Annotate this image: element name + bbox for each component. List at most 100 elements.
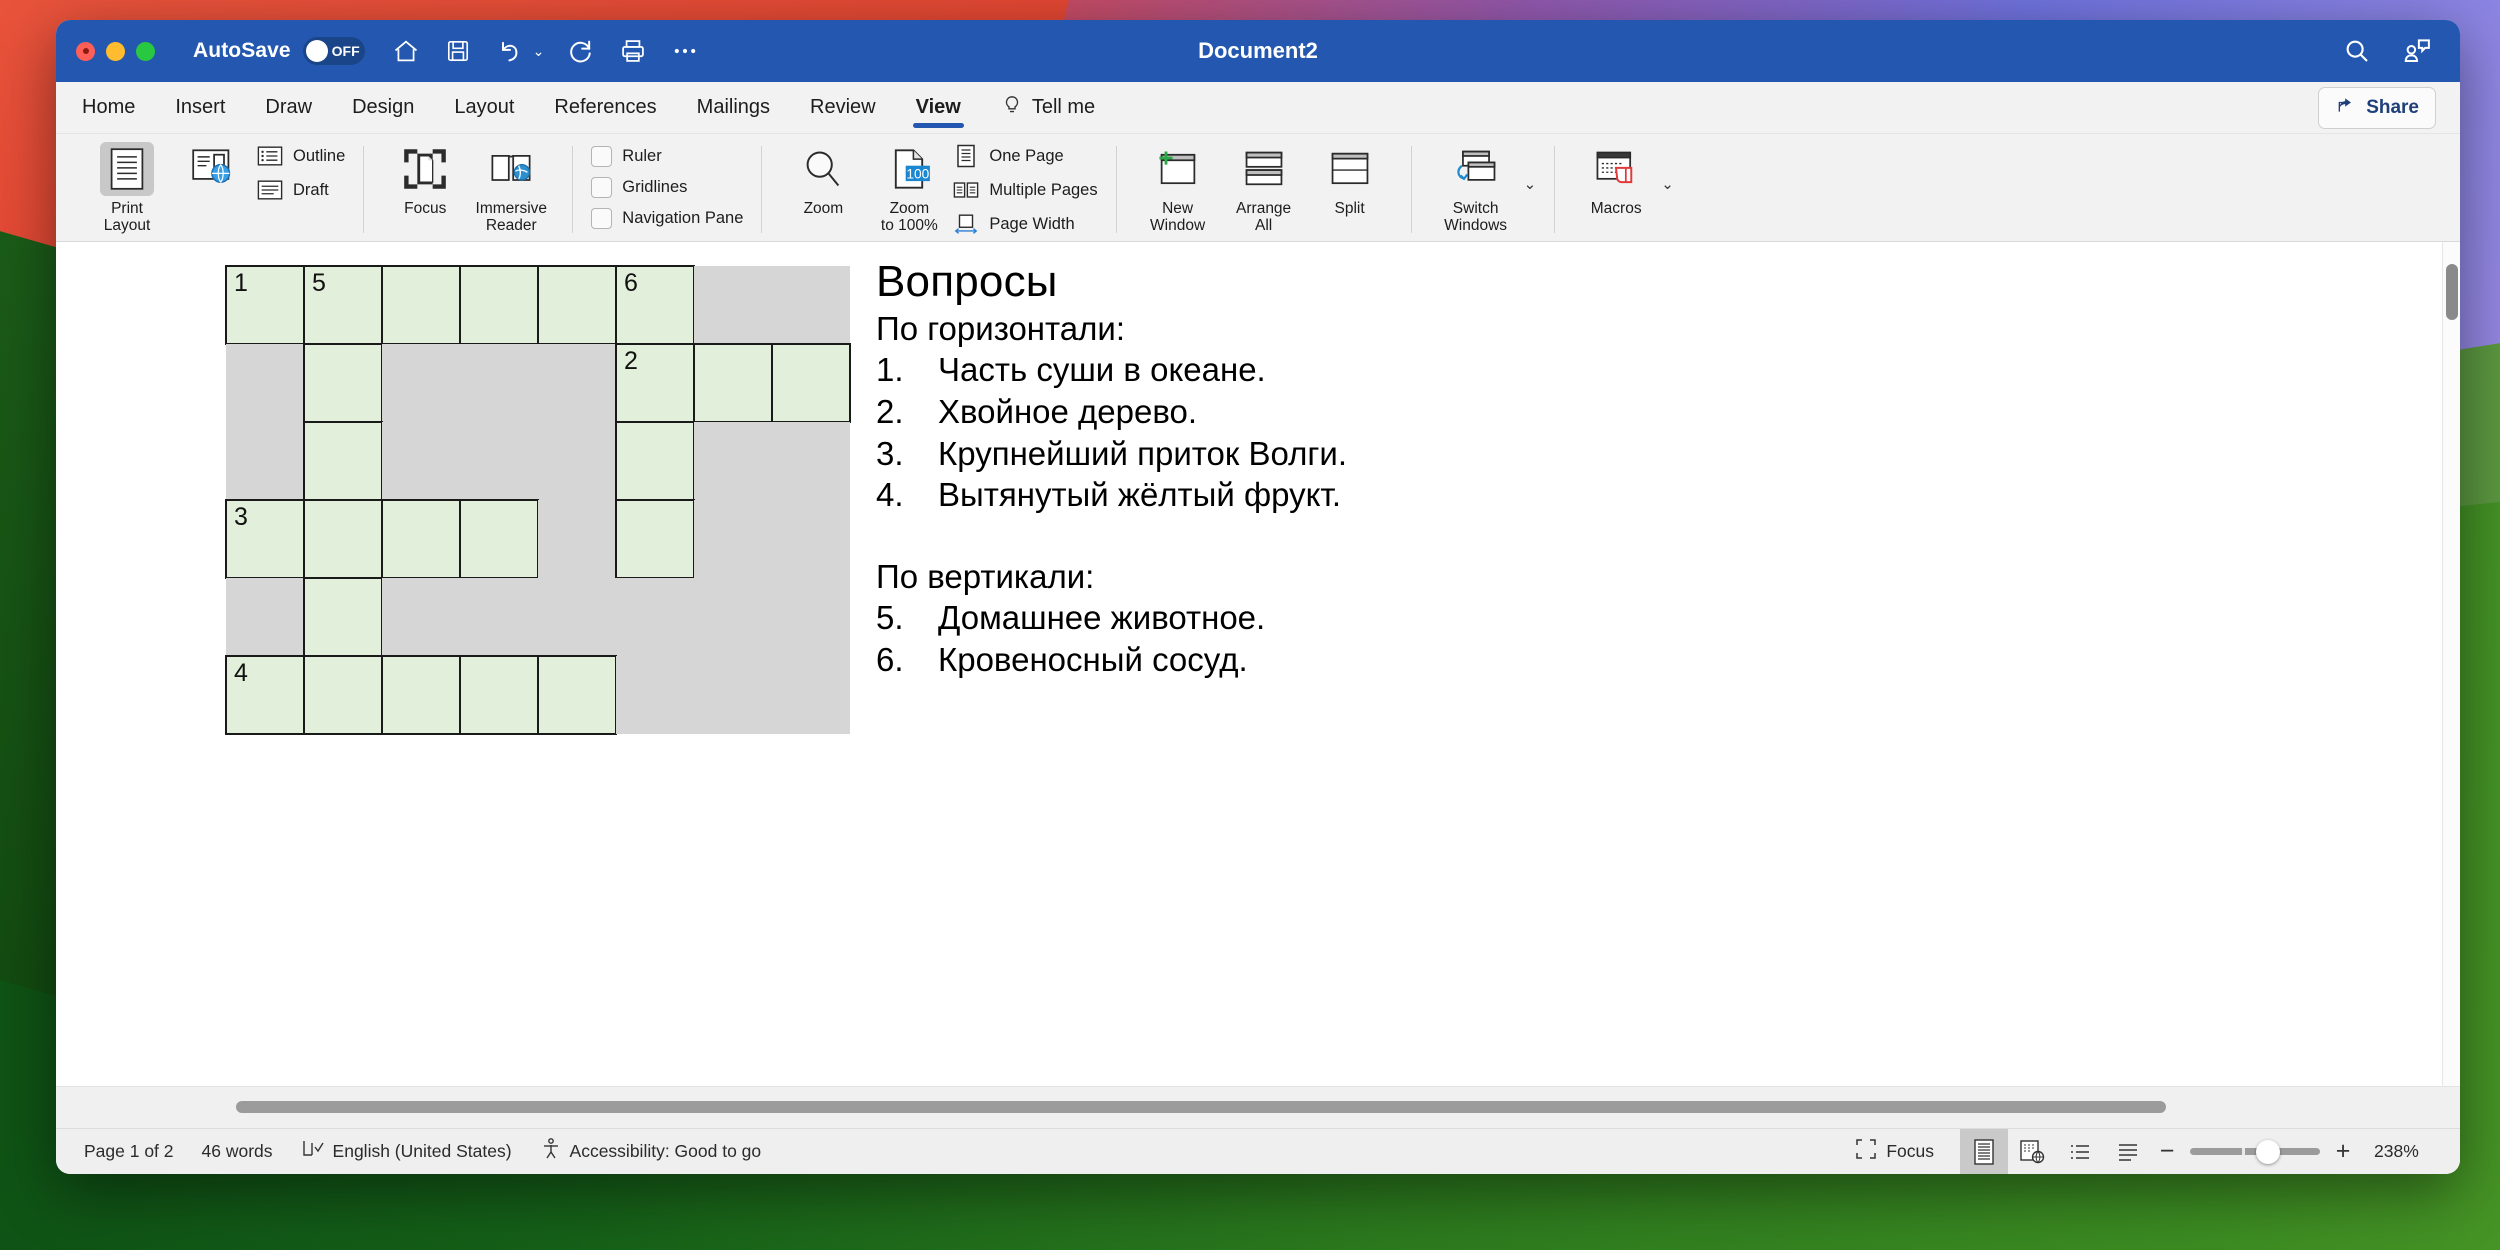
print-layout-view-icon[interactable] [1960,1128,2008,1174]
crossword-cell[interactable] [771,343,851,423]
crossword-cell[interactable]: 5 [303,265,383,345]
save-icon[interactable] [443,36,473,66]
tab-design[interactable]: Design [352,82,414,134]
crossword-cell[interactable]: 6 [615,265,695,345]
gridlines-checkbox[interactable] [591,177,613,198]
zoom-slider-knob[interactable] [2256,1139,2280,1164]
vertical-scrollbar[interactable] [2442,242,2460,1086]
crossword-grid[interactable]: 1 5 6 2 3 4 [225,265,851,735]
zoom-out-button[interactable]: − [2152,1137,2182,1166]
crossword-cell[interactable] [459,499,539,579]
accessibility-status[interactable]: Accessibility: Good to go [540,1137,761,1166]
search-icon[interactable] [2342,36,2372,66]
tab-layout[interactable]: Layout [454,82,514,134]
focus-button[interactable]: Focus [382,138,468,217]
crossword-cell[interactable] [693,343,773,423]
crossword-cell[interactable] [303,499,383,579]
crossword-cell[interactable] [381,655,461,735]
crossword-cell[interactable]: 4 [225,655,305,735]
maximize-button[interactable] [136,41,155,61]
multiple-pages-label: Multiple Pages [989,180,1098,199]
crossword-cell[interactable]: 1 [225,265,305,345]
arrange-all-button[interactable]: Arrange All [1221,138,1307,235]
tab-view[interactable]: View [912,82,965,134]
word-count[interactable]: 46 words [202,1141,273,1162]
draft-button[interactable]: Draft [256,178,345,202]
split-button[interactable]: Split [1307,138,1393,217]
tab-home[interactable]: Home [82,82,135,134]
redo-icon[interactable] [566,36,596,66]
crossword-cell-number: 6 [624,269,638,297]
zoom-in-button[interactable]: + [2328,1137,2358,1166]
proofing-status[interactable]: English (United States) [301,1138,512,1165]
crossword-cell[interactable] [303,421,383,501]
undo-icon[interactable] [495,36,525,66]
crossword-cell[interactable] [459,655,539,735]
home-icon[interactable] [391,36,421,66]
crossword-cell[interactable] [303,343,383,423]
crossword-cell[interactable] [615,421,695,501]
crossword-cell[interactable] [381,499,461,579]
tab-draw[interactable]: Draw [265,82,312,134]
language-label: English (United States) [332,1141,512,1161]
crossword-cell[interactable]: 3 [225,499,305,579]
macros-chevron-down-icon[interactable]: ⌄ [1661,175,1674,193]
crossword-blank [382,344,460,422]
one-page-button[interactable]: One Page [952,144,1097,168]
zoom-percent-label[interactable]: 238% [2374,1141,2434,1162]
horizontal-scrollbar-thumb[interactable] [236,1101,2166,1113]
crossword-cell[interactable] [537,655,617,735]
tab-insert[interactable]: Insert [175,82,225,134]
ruler-checkbox[interactable] [591,146,613,167]
switch-windows-chevron-down-icon[interactable]: ⌄ [1524,175,1537,193]
navigation-pane-label: Navigation Pane [622,209,744,227]
focus-mode-button[interactable]: Focus [1855,1138,1934,1165]
tab-references[interactable]: References [554,82,656,134]
tell-me-button[interactable]: Tell me [1001,93,1095,123]
macros-button[interactable]: Macros [1573,138,1659,217]
print-icon[interactable] [618,36,648,66]
switch-windows-label-1: Switch [1452,200,1499,217]
crossword-cell[interactable] [615,499,695,579]
crossword-cell[interactable] [303,577,383,657]
window-controls[interactable] [76,41,155,61]
minimize-button[interactable] [106,41,125,61]
web-layout-button[interactable] [170,138,256,196]
zoom-slider[interactable] [2190,1139,2320,1164]
comments-people-icon[interactable] [2402,36,2432,66]
immersive-reader-button[interactable]: Immersive Reader [468,138,554,235]
crossword-cell[interactable] [537,265,617,345]
crossword-cell[interactable] [459,265,539,345]
draft-view-icon[interactable] [2104,1129,2152,1175]
gridlines-checkbox-row[interactable]: Gridlines [591,177,743,198]
outline-button[interactable]: Outline [256,144,345,168]
navigation-pane-checkbox-row[interactable]: Navigation Pane [591,208,743,229]
tab-mailings[interactable]: Mailings [697,82,770,134]
crossword-cell[interactable] [381,265,461,345]
tab-review[interactable]: Review [810,82,876,134]
navigation-pane-checkbox[interactable] [591,208,613,229]
crossword-cell[interactable] [303,655,383,735]
print-layout-button[interactable]: Print Layout [84,138,170,235]
page-indicator[interactable]: Page 1 of 2 [84,1141,174,1162]
new-window-button[interactable]: New Window [1135,138,1221,235]
undo-dropdown-caret[interactable]: ⌄ [533,43,545,60]
close-button[interactable] [76,41,95,61]
zoom-button[interactable]: Zoom [780,138,866,217]
vertical-scrollbar-thumb[interactable] [2446,264,2458,320]
multiple-pages-button[interactable]: Multiple Pages [952,178,1098,202]
document-page[interactable]: 1 5 6 2 3 4 Вопросы По горизонтали: 1. Часть … [56,242,2442,1086]
horizontal-scrollbar[interactable] [56,1086,2460,1128]
outline-view-icon[interactable] [2056,1129,2104,1175]
autosave-toggle[interactable]: OFF [302,37,365,65]
focus-label: Focus [1886,1141,1934,1161]
more-icon[interactable] [670,36,700,66]
web-layout-view-icon[interactable] [2008,1129,2056,1175]
page-width-button[interactable]: Page Width [952,212,1097,236]
switch-windows-label-2: Windows [1444,217,1508,235]
switch-windows-button[interactable]: Switch Windows [1430,138,1522,235]
share-button[interactable]: Share [2318,86,2436,129]
zoom-100-button[interactable]: 100 Zoom to 100% [866,138,952,235]
ruler-checkbox-row[interactable]: Ruler [591,146,743,167]
crossword-cell[interactable]: 2 [615,343,695,423]
